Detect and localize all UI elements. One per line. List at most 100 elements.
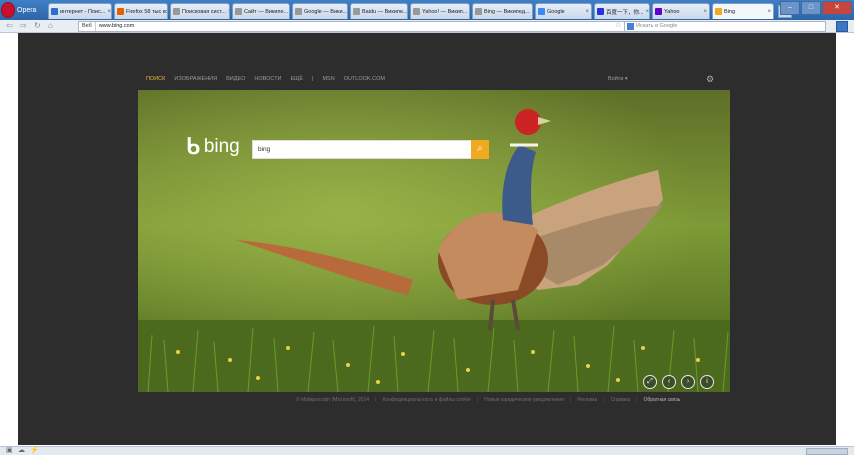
- browser-tab[interactable]: Сайт — Википе...×: [232, 3, 290, 19]
- tab-favicon-icon: [597, 8, 604, 15]
- bing-search-input[interactable]: bing: [252, 140, 472, 159]
- address-field[interactable]: Веб www.bing.com: [78, 21, 631, 32]
- tab-close-icon[interactable]: ×: [644, 9, 649, 15]
- tab-close-icon[interactable]: ×: [347, 9, 348, 15]
- tab-close-icon[interactable]: ×: [467, 9, 469, 15]
- minimize-button[interactable]: –: [780, 1, 800, 15]
- footer-separator: |: [603, 397, 605, 403]
- forward-icon[interactable]: ⇨: [20, 21, 27, 31]
- browser-tab[interactable]: Yahoo ×: [652, 3, 710, 19]
- bing-logo-icon: ᑲ: [186, 134, 200, 159]
- browser-tab[interactable]: Bing — Википед...×: [472, 3, 533, 19]
- nav-separator: |: [312, 76, 314, 82]
- bing-top-nav: ПОИСК ИЗОБРАЖЕНИЯ ВИДЕО НОВОСТИ ЕЩЁ | MSN OUTLO…: [146, 76, 385, 82]
- browser-tab[interactable]: Google ×: [535, 3, 592, 19]
- tab-favicon-icon: [655, 8, 662, 15]
- browser-tab[interactable]: Firefox 58 тыс ко...×: [114, 3, 168, 19]
- tab-close-icon[interactable]: ×: [765, 9, 771, 15]
- address-security-badge[interactable]: Веб: [82, 22, 96, 31]
- google-search-engine-icon[interactable]: [627, 23, 634, 30]
- footer-separator: |: [636, 397, 638, 403]
- footer-link[interactable]: Новые юридические уведомления: [484, 397, 564, 403]
- opera-menu-button[interactable]: Opera: [1, 2, 36, 18]
- navigation-bar: ⇦ ⇨ ↻ ⌂ Веб www.bing.com ☆ Искать в Googl…: [0, 20, 854, 33]
- bing-nav-link[interactable]: ВИДЕО: [226, 76, 245, 82]
- browser-tab[interactable]: Bing ×: [712, 3, 774, 19]
- bing-nav-link[interactable]: MSN: [322, 76, 334, 82]
- turbo-icon[interactable]: ⚡: [30, 446, 39, 454]
- fullscreen-icon[interactable]: ⤢: [643, 375, 657, 389]
- footer-separator: |: [569, 397, 572, 403]
- tab-label: Bing: [724, 8, 736, 15]
- opera-menu-label: Opera: [17, 6, 37, 14]
- footer-separator: |: [476, 397, 479, 403]
- signin-label: Войти: [608, 76, 624, 82]
- tab-favicon-icon: [51, 8, 58, 15]
- reload-icon[interactable]: ↻: [34, 21, 41, 31]
- browser-tab[interactable]: 百度一下，你... ×: [594, 3, 650, 19]
- footer-link[interactable]: Реклама: [577, 397, 597, 403]
- sidebar-toggle-icon[interactable]: [836, 21, 848, 32]
- browser-search-placeholder: Искать в Google: [636, 23, 678, 29]
- tab-label: Поисковая сист...: [182, 8, 226, 15]
- home-icon[interactable]: ⌂: [48, 21, 53, 31]
- browser-tab[interactable]: Baidu — Википе...×: [350, 3, 408, 19]
- window-controls: – □ ✕: [780, 1, 852, 15]
- bing-nav-link[interactable]: ПОИСК: [146, 76, 165, 82]
- tab-close-icon[interactable]: ×: [407, 9, 408, 15]
- gear-icon[interactable]: ⚙: [706, 75, 714, 84]
- tab-label: Bing — Википед...: [484, 8, 530, 15]
- hero-image: ᑲ bing bing ⌕ ⤢ ‹ › i: [138, 90, 730, 392]
- next-image-icon[interactable]: ›: [681, 375, 695, 389]
- tab-close-icon[interactable]: ×: [701, 9, 707, 15]
- browser-tab[interactable]: Yahoo! — Викип...×: [410, 3, 470, 19]
- tab-favicon-icon: [538, 8, 545, 15]
- close-window-button[interactable]: ✕: [822, 1, 852, 15]
- browser-tab[interactable]: Поисковая сист...×: [170, 3, 230, 19]
- bing-nav-link[interactable]: ЕЩЁ: [291, 76, 304, 82]
- opera-logo-icon: [1, 2, 15, 18]
- tab-favicon-icon: [173, 8, 180, 15]
- browser-tab[interactable]: интернет - Поис... ×: [48, 3, 112, 19]
- footer-link[interactable]: Конфиденциальность и файлы cookie: [382, 397, 470, 403]
- tab-close-icon[interactable]: ×: [530, 9, 533, 15]
- tab-close-icon[interactable]: ×: [105, 9, 111, 15]
- search-icon: ⌕: [477, 143, 483, 154]
- footer-link[interactable]: Справка: [611, 397, 631, 403]
- tab-favicon-icon: [413, 8, 420, 15]
- back-icon[interactable]: ⇦: [6, 21, 13, 31]
- bookmark-star-icon[interactable]: ☆: [615, 21, 621, 31]
- bing-page: ПОИСК ИЗОБРАЖЕНИЯ ВИДЕО НОВОСТИ ЕЩЁ | MSN OUTLO…: [18, 33, 836, 445]
- bing-nav-link[interactable]: ИЗОБРАЖЕНИЯ: [174, 76, 217, 82]
- copyright-text: © Майкрософт (Microsoft), 2014: [296, 397, 370, 403]
- tab-close-icon[interactable]: ×: [288, 9, 289, 15]
- signin-link[interactable]: Войти ▾: [608, 76, 628, 82]
- tab-label: Firefox 58 тыс ко...: [126, 8, 168, 15]
- bing-footer: © Майкрософт (Microsoft), 2014 | Конфиденц…: [296, 397, 680, 403]
- tab-label: интернет - Поис...: [60, 8, 106, 15]
- tab-label: Baidu — Википе...: [362, 8, 408, 15]
- search-button[interactable]: ⌕: [471, 140, 489, 159]
- tab-label: Yahoo: [664, 8, 680, 15]
- tab-favicon-icon: [715, 8, 722, 15]
- browser-tab[interactable]: Google — Вики...×: [292, 3, 348, 19]
- tab-label: Google: [547, 8, 565, 15]
- tab-favicon-icon: [295, 8, 302, 15]
- tab-close-icon[interactable]: ×: [583, 9, 589, 15]
- tab-favicon-icon: [117, 8, 124, 15]
- info-icon[interactable]: i: [700, 375, 714, 389]
- address-url: www.bing.com: [98, 23, 135, 29]
- bing-nav-link[interactable]: OUTLOOK.COM: [344, 76, 385, 82]
- bing-logo[interactable]: ᑲ bing: [186, 134, 240, 159]
- maximize-button[interactable]: □: [801, 1, 821, 15]
- bing-logo-text: bing: [203, 136, 240, 157]
- tab-label: 百度一下，你...: [606, 9, 644, 16]
- footer-link[interactable]: Обратная связь: [644, 397, 681, 403]
- bing-nav-link[interactable]: НОВОСТИ: [254, 76, 281, 82]
- previous-image-icon[interactable]: ‹: [662, 375, 676, 389]
- tab-close-icon[interactable]: ×: [226, 9, 229, 15]
- cloud-icon[interactable]: ☁: [18, 446, 25, 454]
- panel-toggle-icon[interactable]: ▣: [6, 446, 13, 454]
- browser-search-input[interactable]: Искать в Google: [624, 21, 826, 32]
- tab-favicon-icon: [475, 8, 482, 15]
